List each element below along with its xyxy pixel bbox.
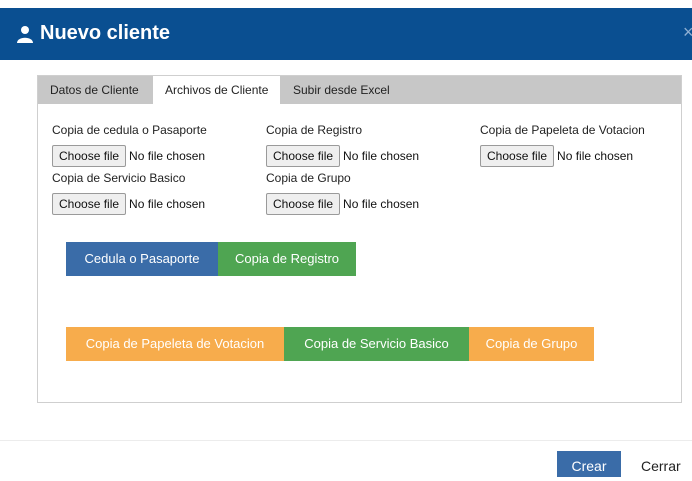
tab-panel: Datos de Cliente Archivos de Cliente Sub… — [37, 75, 682, 403]
file-field-label: Copia de cedula o Pasaporte — [52, 123, 207, 137]
create-button[interactable]: Crear — [557, 451, 621, 477]
choose-file-button[interactable]: Choose file — [52, 193, 127, 215]
close-icon[interactable]: × — [683, 22, 692, 43]
tab-subir-desde-excel[interactable]: Subir desde Excel — [281, 76, 402, 104]
file-status: No file chosen — [129, 149, 206, 163]
modal-title: Nuevo cliente — [40, 22, 171, 44]
new-client-modal: Nuevo cliente × Datos de Cliente Archivo… — [0, 0, 692, 477]
file-status: No file chosen — [343, 149, 420, 163]
tab-datos-de-cliente[interactable]: Datos de Cliente — [38, 76, 151, 104]
user-icon — [17, 26, 33, 43]
copia-servicio-basico-button[interactable]: Copia de Servicio Basico — [284, 327, 469, 361]
choose-file-button[interactable]: Choose file — [266, 193, 341, 215]
cedula-pasaporte-button[interactable]: Cedula o Pasaporte — [66, 242, 218, 276]
file-field-label: Copia de Registro — [266, 123, 363, 137]
choose-file-button[interactable]: Choose file — [52, 145, 127, 167]
file-field-label: Copia de Grupo — [266, 171, 351, 185]
tab-archivos-de-cliente[interactable]: Archivos de Cliente — [153, 76, 281, 104]
copia-papeleta-button[interactable]: Copia de Papeleta de Votacion — [66, 327, 284, 361]
choose-file-button[interactable]: Choose file — [480, 145, 555, 167]
tab-bar: Datos de Cliente Archivos de Cliente Sub… — [38, 76, 681, 104]
copia-registro-button[interactable]: Copia de Registro — [218, 242, 356, 276]
choose-file-button[interactable]: Choose file — [266, 145, 341, 167]
file-status: No file chosen — [129, 197, 206, 211]
file-status: No file chosen — [557, 149, 634, 163]
file-status: No file chosen — [343, 197, 420, 211]
file-field-label: Copia de Papeleta de Votacion — [480, 123, 645, 137]
file-field-label: Copia de Servicio Basico — [52, 171, 186, 185]
close-button[interactable]: Cerrar — [641, 458, 681, 474]
footer-divider — [0, 440, 692, 441]
modal-header: Nuevo cliente × — [0, 8, 692, 60]
copia-grupo-button[interactable]: Copia de Grupo — [469, 327, 594, 361]
